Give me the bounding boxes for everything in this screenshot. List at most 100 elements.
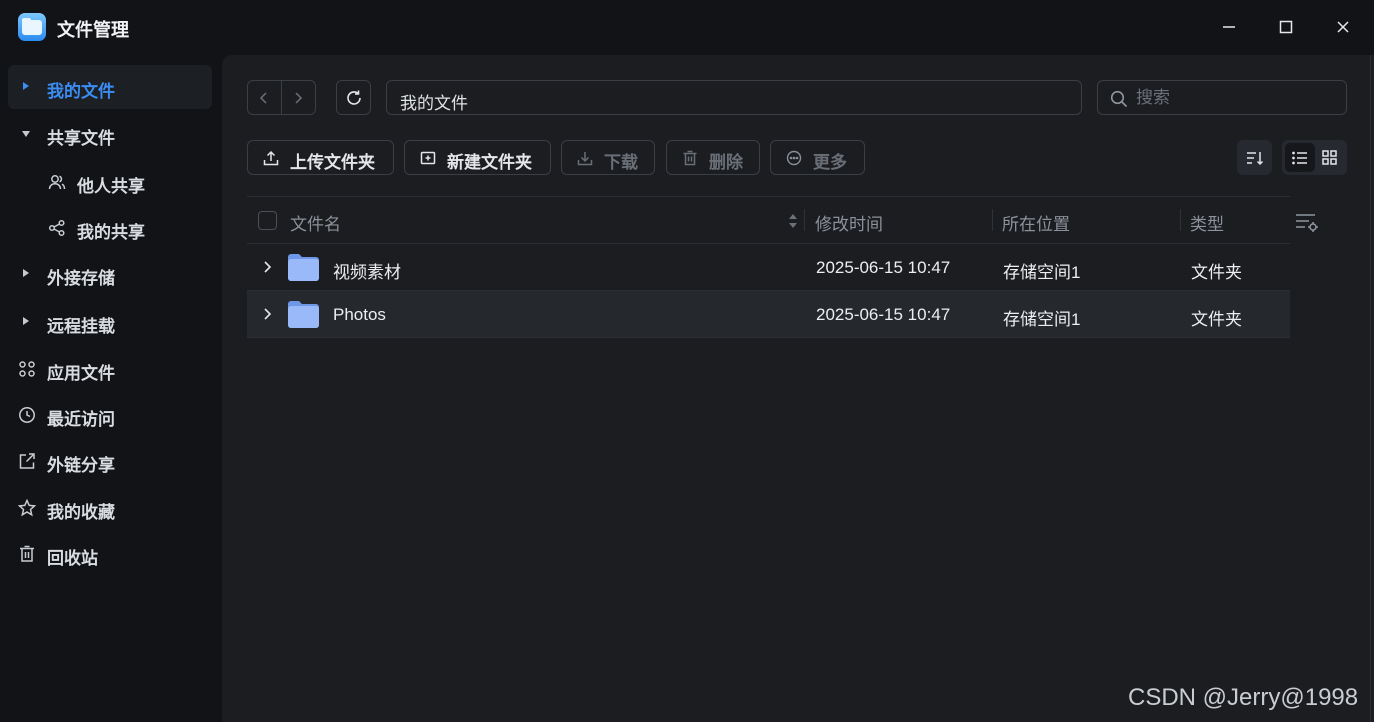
sidebar-item-recent[interactable]: 最近访问 — [8, 393, 212, 437]
sidebar-item-label: 我的收藏 — [47, 503, 115, 522]
minimize-button[interactable] — [1214, 12, 1244, 42]
maximize-button[interactable] — [1271, 12, 1301, 42]
delete-label: 删除 — [709, 153, 743, 172]
sidebar-item-label: 远程挂载 — [47, 317, 115, 336]
sidebar-item-my-shares[interactable]: 我的共享 — [8, 206, 212, 250]
sidebar-item-remote-mount[interactable]: 远程挂载 — [8, 300, 212, 344]
caret-right-icon — [23, 269, 29, 277]
clock-icon — [19, 407, 35, 423]
trash-icon — [20, 545, 34, 562]
list-view-button[interactable] — [1285, 143, 1315, 172]
file-modified: 2025-06-15 10:47 — [816, 258, 951, 277]
app-title: 文件管理 — [57, 20, 129, 40]
new-folder-icon — [420, 151, 436, 165]
table-row[interactable]: Photos 2025-06-15 10:47 存储空间1 文件夹 — [247, 291, 1290, 338]
trash-icon — [683, 150, 697, 166]
title-bar: 文件管理 — [0, 0, 1374, 55]
file-type: 文件夹 — [1191, 263, 1242, 282]
grid-view-icon — [1322, 150, 1337, 165]
close-icon — [1337, 21, 1349, 33]
search-box — [1097, 80, 1347, 115]
sidebar-item-label: 他人共享 — [77, 177, 145, 196]
chevron-right-icon — [295, 91, 303, 104]
forward-button[interactable] — [282, 81, 316, 114]
minimize-icon — [1223, 26, 1235, 28]
refresh-icon — [346, 90, 361, 105]
sidebar-item-label: 共享文件 — [47, 129, 115, 148]
download-button[interactable]: 下载 — [561, 140, 655, 175]
caret-right-icon — [23, 317, 29, 325]
file-manager-window: 文件管理 我的文件 共享文件 他人共享 我的共享 外接存储 远程挂载 应用文件 … — [0, 0, 1374, 722]
file-type: 文件夹 — [1191, 310, 1242, 329]
folder-icon — [288, 254, 319, 281]
sidebar-item-external-link-share[interactable]: 外链分享 — [8, 439, 212, 483]
upload-icon — [263, 150, 279, 166]
table-row[interactable]: 视频素材 2025-06-15 10:47 存储空间1 文件夹 — [247, 244, 1290, 291]
sidebar-item-recycle-bin[interactable]: 回收站 — [8, 532, 212, 576]
delete-button[interactable]: 删除 — [666, 140, 760, 175]
view-toggle — [1282, 140, 1347, 175]
header-modified[interactable]: 修改时间 — [815, 210, 883, 235]
column-divider[interactable] — [804, 209, 805, 231]
new-folder-button[interactable]: 新建文件夹 — [404, 140, 551, 175]
file-location: 存储空间1 — [1003, 263, 1081, 282]
table-header: 文件名 修改时间 所在位置 类型 — [247, 196, 1290, 244]
select-all-checkbox[interactable] — [258, 211, 277, 230]
sidebar-item-label: 回收站 — [47, 549, 98, 568]
search-input[interactable] — [1136, 86, 1336, 110]
caret-right-icon — [23, 82, 29, 90]
grid-view-button[interactable] — [1315, 143, 1345, 172]
column-divider[interactable] — [1180, 209, 1181, 231]
sidebar-item-external-storage[interactable]: 外接存储 — [8, 252, 212, 296]
column-settings-icon[interactable] — [1295, 212, 1319, 234]
sort-icon — [1246, 151, 1263, 165]
sidebar-item-app-files[interactable]: 应用文件 — [8, 347, 212, 391]
sort-button[interactable] — [1237, 140, 1272, 175]
path-text: 我的文件 — [400, 94, 468, 113]
sidebar-item-my-files[interactable]: 我的文件 — [8, 65, 212, 109]
upload-folder-button[interactable]: 上传文件夹 — [247, 140, 394, 175]
chevron-left-icon — [260, 91, 267, 104]
search-icon — [1110, 90, 1128, 108]
star-icon — [18, 499, 36, 517]
scrollbar-track[interactable] — [1370, 55, 1371, 722]
header-type[interactable]: 类型 — [1190, 210, 1224, 235]
back-button[interactable] — [248, 81, 282, 114]
sidebar-item-favorites[interactable]: 我的收藏 — [8, 486, 212, 530]
share-icon — [48, 219, 65, 237]
sidebar-item-shared-files[interactable]: 共享文件 — [8, 112, 212, 156]
header-name[interactable]: 文件名 — [290, 210, 341, 235]
users-icon — [48, 175, 66, 190]
folder-icon — [288, 301, 319, 328]
download-label: 下载 — [604, 153, 638, 172]
path-bar[interactable]: 我的文件 — [386, 80, 1082, 115]
sidebar-item-label: 外接存储 — [47, 269, 115, 288]
sort-arrows-icon[interactable] — [788, 212, 798, 230]
file-table: 文件名 修改时间 所在位置 类型 视频素材 2025-06-15 10:47 存… — [247, 196, 1290, 338]
close-button[interactable] — [1328, 12, 1358, 42]
file-name: 视频素材 — [333, 263, 401, 282]
column-divider[interactable] — [992, 209, 993, 231]
refresh-button[interactable] — [336, 80, 371, 115]
new-folder-label: 新建文件夹 — [447, 153, 532, 172]
sidebar: 我的文件 共享文件 他人共享 我的共享 外接存储 远程挂载 应用文件 最近访问 — [0, 55, 222, 722]
file-name: Photos — [333, 305, 386, 324]
chevron-right-icon[interactable] — [262, 261, 272, 273]
upload-folder-label: 上传文件夹 — [290, 153, 375, 172]
history-nav — [247, 80, 316, 115]
maximize-icon — [1279, 20, 1293, 34]
sidebar-item-shared-with-me[interactable]: 他人共享 — [8, 160, 212, 204]
sidebar-item-label: 我的共享 — [77, 223, 145, 242]
header-location[interactable]: 所在位置 — [1002, 210, 1070, 235]
apps-icon — [19, 361, 35, 377]
download-icon — [577, 152, 593, 166]
sidebar-item-label: 外链分享 — [47, 456, 115, 475]
file-modified: 2025-06-15 10:47 — [816, 305, 951, 324]
caret-down-icon — [22, 131, 30, 137]
sidebar-item-label: 最近访问 — [47, 410, 115, 429]
more-label: 更多 — [813, 153, 847, 172]
main-panel: 我的文件 上传文件夹 新建文件夹 下载 删除 更多 — [222, 55, 1374, 722]
chevron-right-icon[interactable] — [262, 308, 272, 320]
more-button[interactable]: 更多 — [770, 140, 865, 175]
external-link-icon — [19, 453, 35, 469]
